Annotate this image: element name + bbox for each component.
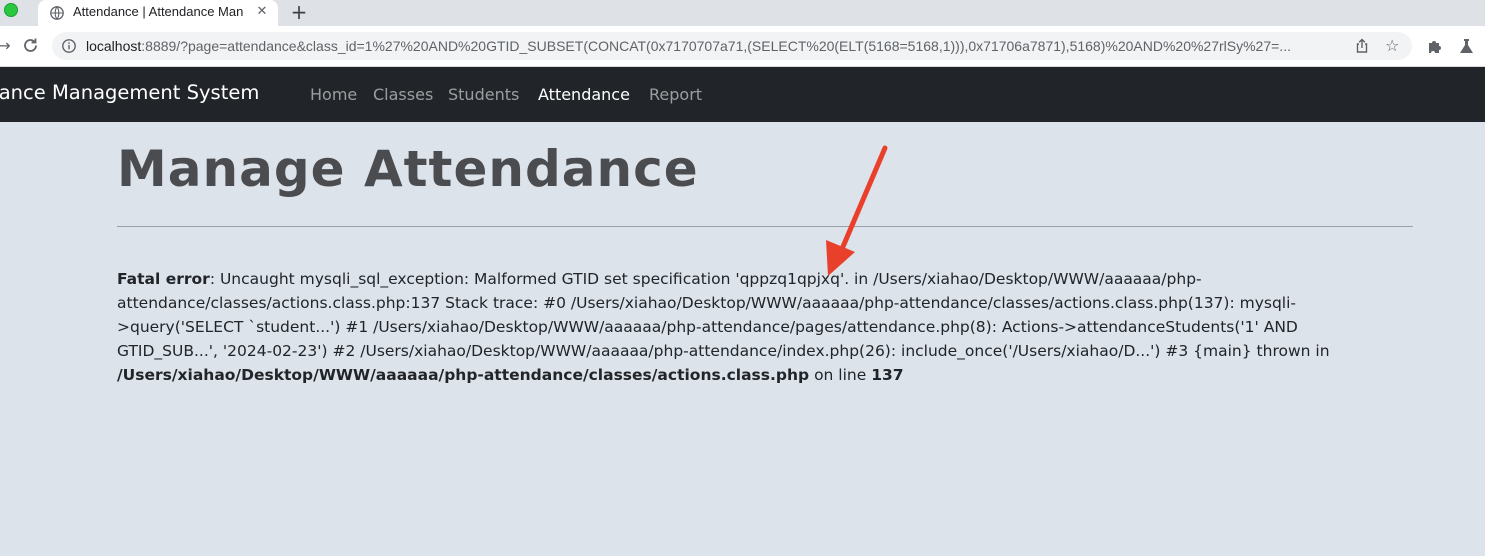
back-arrow-icon[interactable]: →: [0, 36, 14, 56]
site-navbar: ndance Management System Home Classes St…: [0, 67, 1485, 122]
address-bar[interactable]: localhost:8889/?page=attendance&class_id…: [52, 32, 1412, 60]
url-host: localhost: [86, 38, 142, 54]
nav-link-report[interactable]: Report: [649, 85, 702, 104]
error-label: Fatal error: [117, 270, 210, 288]
new-tab-button[interactable]: +: [288, 1, 310, 23]
fatal-error-message: Fatal error: Uncaught mysqli_sql_excepti…: [117, 267, 1397, 387]
info-icon[interactable]: [62, 39, 76, 53]
window-zoom-button[interactable]: [4, 3, 18, 17]
tab-close-icon[interactable]: ✕: [253, 3, 271, 21]
error-details: : Uncaught mysqli_sql_exception: Malform…: [117, 270, 1330, 360]
tab-title: Attendance | Attendance Mana: [73, 4, 243, 19]
divider: [117, 226, 1413, 227]
error-line-number: 137: [871, 366, 904, 384]
url-text[interactable]: localhost:8889/?page=attendance&class_id…: [86, 38, 1346, 54]
reload-icon[interactable]: [22, 37, 39, 54]
browser-tab[interactable]: Attendance | Attendance Mana ✕: [38, 0, 278, 26]
error-file: /Users/xiahao/Desktop/WWW/aaaaaa/php-att…: [117, 366, 810, 384]
profile-icon[interactable]: [1458, 38, 1475, 55]
page-title: Manage Attendance: [117, 140, 699, 198]
globe-icon: [50, 6, 64, 20]
brand-link[interactable]: ndance Management System: [0, 81, 259, 104]
nav-link-classes[interactable]: Classes: [373, 85, 433, 104]
error-on-line: on line: [809, 366, 872, 384]
browser-tab-strip: Attendance | Attendance Mana ✕ +: [0, 0, 1485, 26]
url-path: :8889/?page=attendance&class_id=1%27%20A…: [141, 38, 1291, 54]
nav-link-home[interactable]: Home: [310, 85, 357, 104]
browser-toolbar: → localhost:8889/?page=attendance&class_…: [0, 26, 1485, 67]
nav-link-students[interactable]: Students: [448, 85, 519, 104]
star-icon[interactable]: ☆: [1385, 36, 1399, 55]
share-icon[interactable]: [1354, 38, 1370, 54]
nav-link-attendance[interactable]: Attendance: [538, 85, 630, 104]
extensions-icon[interactable]: [1426, 38, 1443, 55]
